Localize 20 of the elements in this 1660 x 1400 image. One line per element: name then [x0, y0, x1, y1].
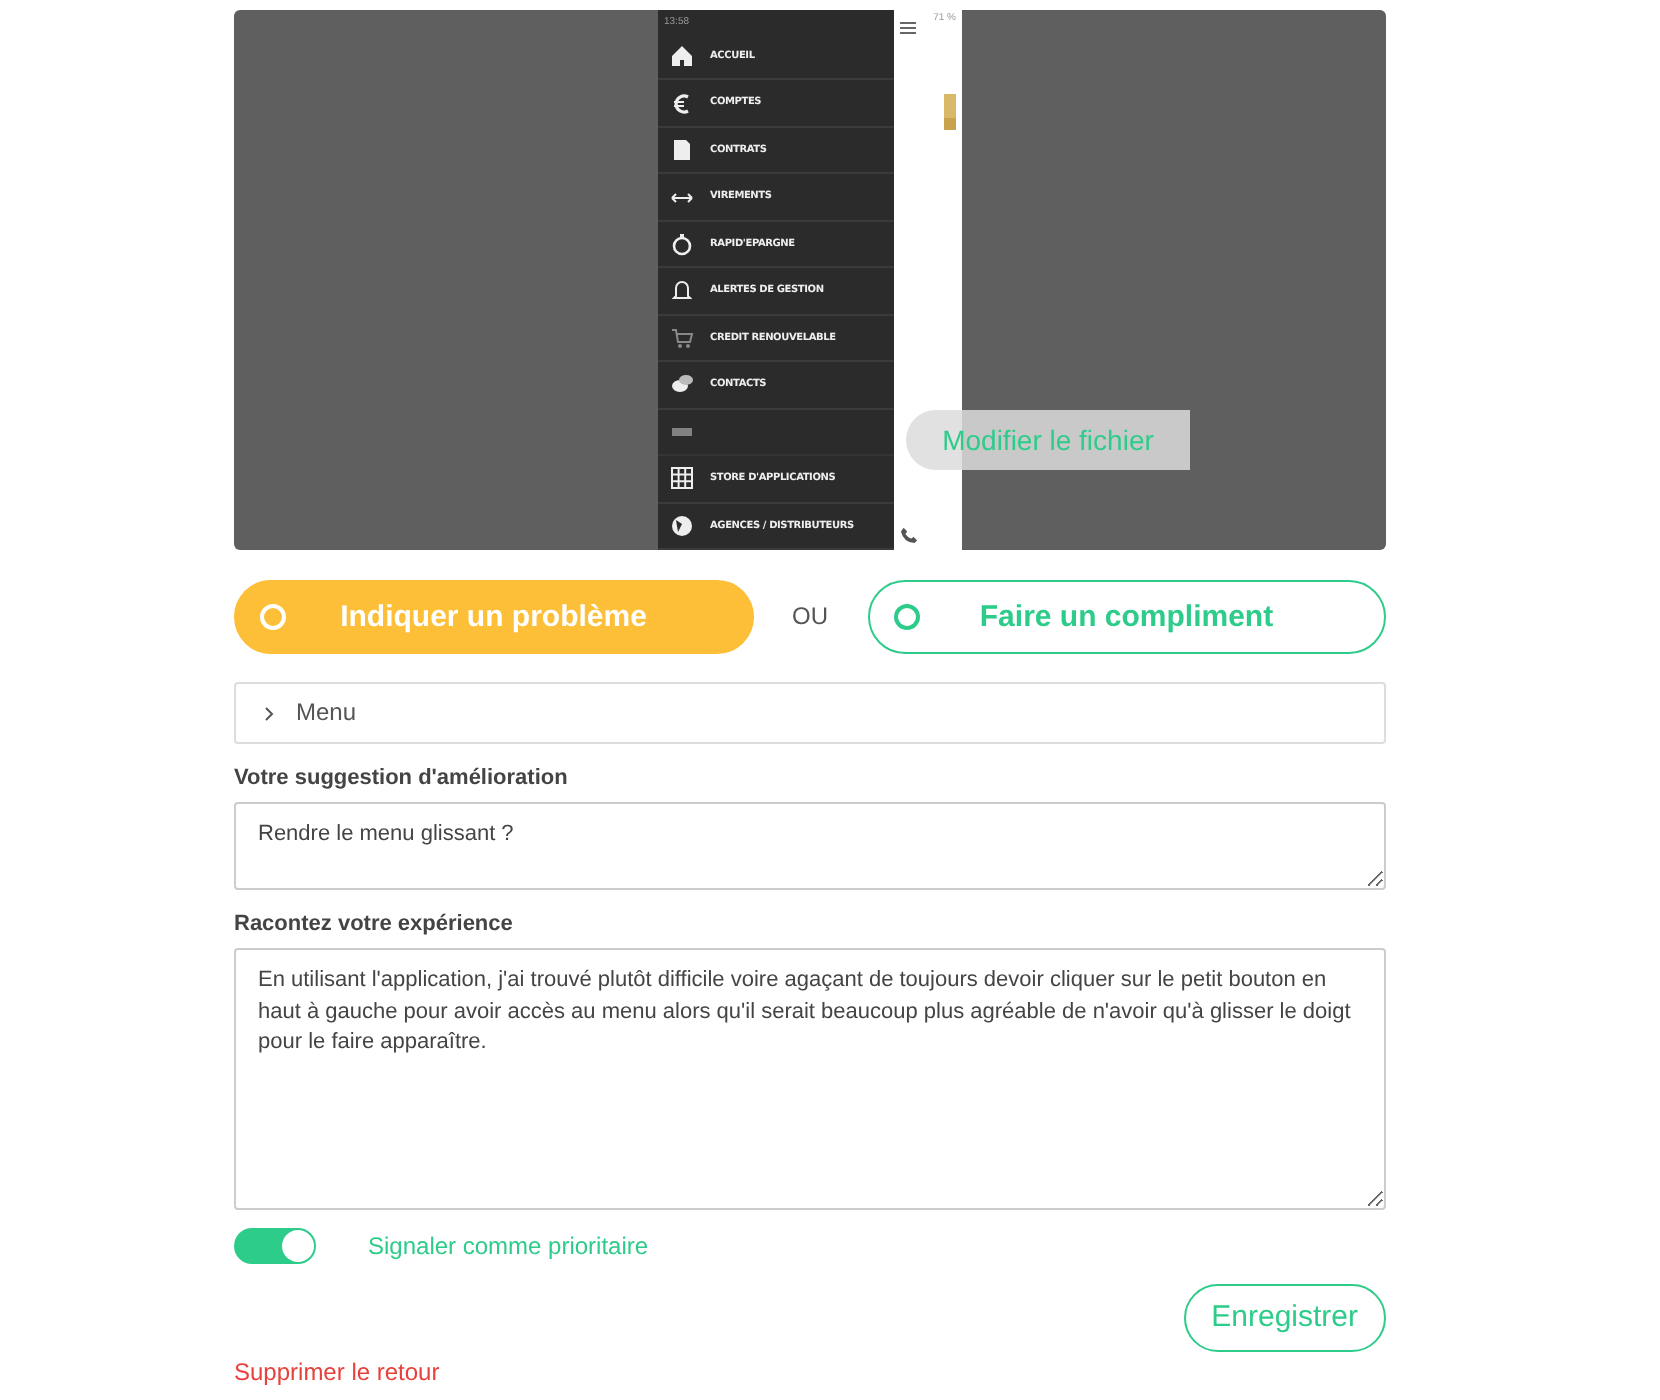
- home-icon: [670, 44, 694, 69]
- grid-icon: [670, 466, 694, 491]
- field-label: Votre suggestion d'amélioration: [234, 766, 570, 793]
- delete-link[interactable]: Supprimer le retour: [234, 1358, 440, 1388]
- euro-icon: [670, 91, 694, 116]
- document-icon: [670, 138, 694, 163]
- priority-label: Signaler comme prioritaire: [368, 1231, 649, 1263]
- text-area[interactable]: Rendre le menu glissant ?: [234, 802, 1386, 891]
- priority-toggle[interactable]: [234, 1228, 316, 1265]
- menu-icon[interactable]: [900, 21, 916, 33]
- cart-icon: [670, 325, 694, 350]
- phone-icon: [900, 526, 918, 544]
- text-area[interactable]: En utilisant l'application, j'ai trouvé plutôt difficile voire agaçant de toujours devoir cliquer sur le petit bouton en haut à gauche pour avoir accès au menu alors qu'il serait beaucoup plus agréable de n'avoir qu'à glisser le doigt pour le faire apparaître.: [234, 948, 1386, 1211]
- ring-icon: [670, 232, 694, 257]
- chevron-icon: [264, 705, 276, 721]
- field-label: Racontez votre expérience: [234, 912, 515, 939]
- bell-icon: [670, 278, 694, 303]
- separator-text: OU: [790, 601, 830, 633]
- category-dropdown[interactable]: Menu: [234, 682, 1386, 744]
- chat-icon: [670, 372, 694, 397]
